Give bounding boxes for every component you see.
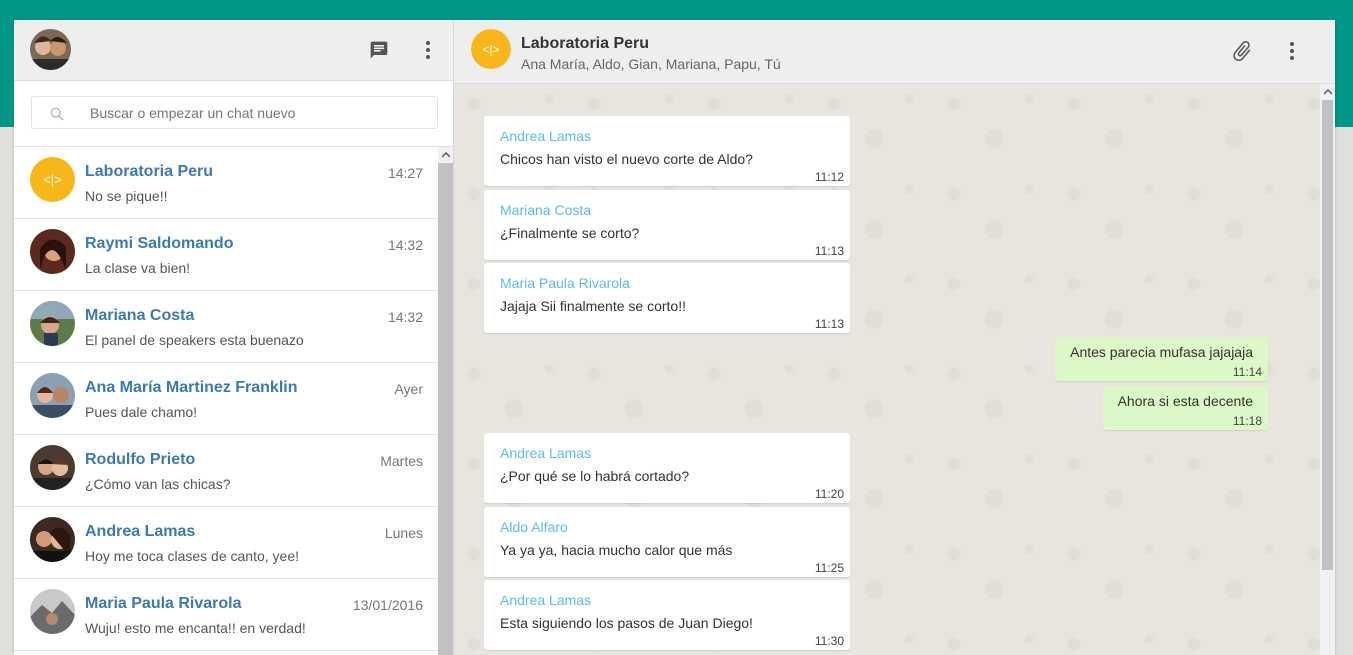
whatsapp-window: <|> Laboratoria Peru 14:27 No se pique!!…: [14, 20, 1335, 655]
contact-avatar: [30, 445, 75, 490]
search-box: [31, 96, 438, 129]
chat-name: Maria Paula Rivarola: [85, 595, 242, 612]
chat-list-pane: <|> Laboratoria Peru 14:27 No se pique!!…: [14, 20, 454, 655]
svg-text:<|>: <|>: [43, 172, 62, 187]
message-text: Antes parecia mufasa jajajaja: [1070, 344, 1253, 360]
chat-time: 14:32: [387, 309, 423, 325]
left-header: [14, 20, 453, 81]
contact-avatar: [30, 589, 75, 634]
chat-preview: Hoy me toca clases de canto, yee!: [85, 548, 299, 564]
attach-icon[interactable]: [1230, 39, 1254, 63]
search-input[interactable]: [90, 97, 420, 128]
scroll-up-arrow-icon[interactable]: [1320, 84, 1335, 100]
message-time: 11:12: [814, 170, 844, 184]
chat-item-mariana-costa[interactable]: Mariana Costa 14:32 El panel de speakers…: [14, 291, 438, 363]
scroll-up-arrow-icon[interactable]: [438, 147, 453, 163]
chat-name: Laboratoria Peru: [85, 163, 214, 180]
message-sender: Maria Paula Rivarola: [500, 275, 630, 291]
contact-avatar: [30, 373, 75, 418]
laboratoria-logo-avatar: <|>: [30, 157, 75, 202]
chat-item-raymi-saldomando[interactable]: Raymi Saldomando 14:32 La clase va bien!: [14, 219, 438, 291]
chat-time: Ayer: [394, 381, 423, 397]
conversation-header[interactable]: <|> Laboratoria Peru Ana María, Aldo, Gi…: [454, 20, 1335, 84]
group-avatar[interactable]: <|>: [471, 29, 511, 69]
chat-preview: La clase va bien!: [85, 260, 191, 276]
message-sender: Andrea Lamas: [500, 445, 592, 461]
chat-list-scrollbar[interactable]: [438, 147, 453, 655]
message-scrollbar[interactable]: [1320, 84, 1335, 655]
contact-avatar: [30, 517, 75, 562]
chat-preview: Wuju! esto me encanta!! en verdad!: [85, 620, 306, 636]
message-bubble-incoming: Andrea Lamas ¿Por qué se lo habrá cortad…: [484, 433, 850, 503]
chat-preview: El panel de speakers esta buenazo: [85, 332, 304, 348]
message-text: Ahora si esta decente: [1117, 393, 1253, 409]
message-bubble-incoming: Maria Paula Rivarola Jajaja Sii finalmen…: [484, 263, 850, 333]
chat-name: Rodulfo Prieto: [85, 451, 196, 468]
chat-name: Raymi Saldomando: [85, 235, 234, 252]
message-time: 11:25: [814, 561, 844, 575]
search-icon: [49, 106, 65, 127]
chat-name: Mariana Costa: [85, 307, 195, 324]
message-text: Ya ya ya, hacia mucho calor que más: [500, 542, 733, 558]
message-time: 11:30: [814, 634, 844, 648]
search-bar: [14, 81, 453, 147]
chat-item-laboratoria-peru[interactable]: <|> Laboratoria Peru 14:27 No se pique!!: [14, 147, 438, 219]
message-sender: Mariana Costa: [500, 202, 592, 218]
chat-item-rodulfo-prieto[interactable]: Rodulfo Prieto Martes ¿Cómo van las chic…: [14, 435, 438, 507]
message-bubble-incoming: Aldo Alfaro Ya ya ya, hacia mucho calor …: [484, 507, 850, 577]
message-bubble-outgoing: Ahora si esta decente 11:18: [1103, 386, 1268, 430]
chat-time: 13/01/2016: [352, 597, 423, 613]
message-text: Chicos han visto el nuevo corte de Aldo?: [500, 151, 753, 167]
chat-list: <|> Laboratoria Peru 14:27 No se pique!!…: [14, 147, 438, 655]
message-text: ¿Finalmente se corto?: [500, 225, 640, 241]
message-bubble-incoming: Mariana Costa ¿Finalmente se corto? 11:1…: [484, 190, 850, 260]
chat-name: Ana María Martinez Franklin: [85, 379, 298, 396]
chat-time: Lunes: [384, 525, 423, 541]
message-text: ¿Por qué se lo habrá cortado?: [500, 468, 690, 484]
my-avatar[interactable]: [30, 29, 71, 70]
conversation-menu-dots-icon[interactable]: [1280, 39, 1304, 63]
message-sender: Andrea Lamas: [500, 128, 592, 144]
message-sender: Aldo Alfaro: [500, 519, 568, 535]
conversation-title: Laboratoria Peru: [521, 35, 650, 52]
message-bubble-outgoing: Antes parecia mufasa jajajaja 11:14: [1055, 337, 1268, 381]
menu-dots-icon[interactable]: [416, 38, 440, 62]
chat-time: Martes: [380, 453, 423, 469]
message-time: 11:20: [814, 487, 844, 501]
message-time: 11:13: [814, 317, 844, 331]
contact-avatar: [30, 301, 75, 346]
message-area[interactable]: Andrea Lamas Chicos han visto el nuevo c…: [454, 84, 1320, 655]
chat-name: Andrea Lamas: [85, 523, 196, 540]
message-time: 11:13: [814, 244, 844, 258]
message-text: Jajaja Sii finalmente se corto!!: [500, 298, 686, 314]
chat-item-maria-paula-rivarola[interactable]: Maria Paula Rivarola 13/01/2016 Wuju! es…: [14, 579, 438, 651]
message-bubble-incoming: Andrea Lamas Esta siguiendo los pasos de…: [484, 580, 850, 650]
chat-preview: Pues dale chamo!: [85, 404, 198, 420]
chat-preview: ¿Cómo van las chicas?: [85, 476, 231, 492]
chat-item-andrea-lamas[interactable]: Andrea Lamas Lunes Hoy me toca clases de…: [14, 507, 438, 579]
chat-time: 14:32: [387, 237, 423, 253]
message-sender: Andrea Lamas: [500, 592, 592, 608]
contact-avatar: [30, 229, 75, 274]
message-text: Esta siguiendo los pasos de Juan Diego!: [500, 615, 753, 631]
conversation-members: Ana María, Aldo, Gian, Mariana, Papu, Tú: [521, 56, 781, 72]
message-time: 11:14: [1232, 365, 1262, 379]
message-bubble-incoming: Andrea Lamas Chicos han visto el nuevo c…: [484, 116, 850, 186]
message-time: 11:18: [1232, 414, 1262, 428]
scrollbar-thumb[interactable]: [1322, 100, 1333, 570]
new-chat-icon[interactable]: [367, 38, 391, 62]
svg-text:<|>: <|>: [482, 43, 499, 57]
chat-preview: No se pique!!: [85, 188, 168, 204]
conversation-pane: <|> Laboratoria Peru Ana María, Aldo, Gi…: [454, 20, 1335, 655]
chat-item-ana-maria-martinez-franklin[interactable]: Ana María Martinez Franklin Ayer Pues da…: [14, 363, 438, 435]
chat-time: 14:27: [387, 165, 423, 181]
